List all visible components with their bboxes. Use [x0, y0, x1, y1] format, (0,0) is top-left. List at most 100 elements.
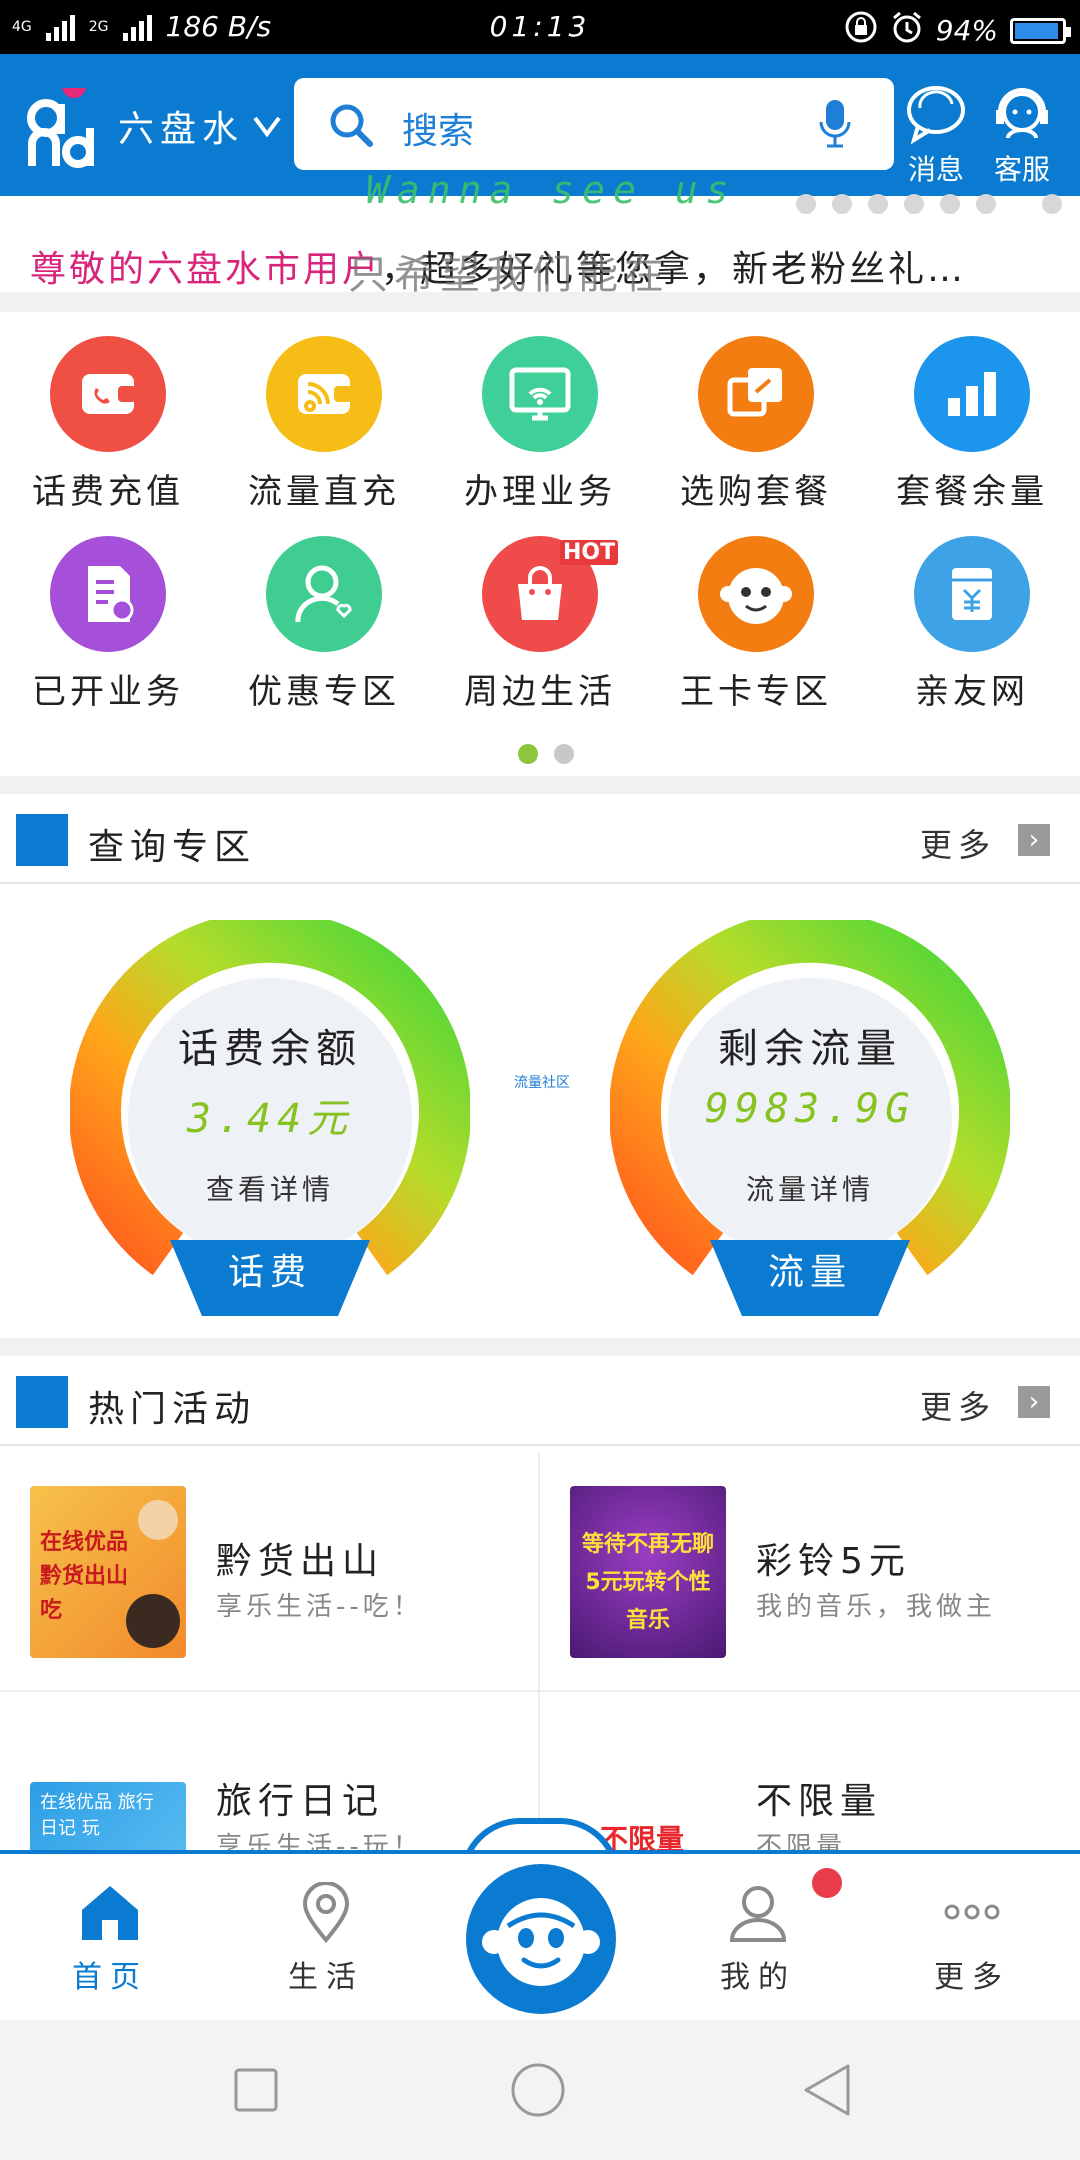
activity-item[interactable]: 等待不再无聊 5元玩转个性音乐 彩铃5元 我的音乐，我做主 — [540, 1452, 1080, 1692]
lock-icon — [844, 10, 878, 51]
query-section-header: 查询专区 更多 › — [0, 794, 1080, 884]
messages-button[interactable]: 消息 — [896, 82, 976, 192]
tab-more[interactable]: 更多 — [892, 1882, 1052, 2002]
page-dot — [868, 194, 888, 214]
chevron-right-icon[interactable]: › — [1018, 1386, 1050, 1418]
query-section-title: 查询专区 — [88, 827, 257, 868]
location-pin-icon — [301, 1881, 351, 1948]
grid-item-balance[interactable]: 套餐余量 — [864, 312, 1080, 512]
tab-mine[interactable]: 我的 — [678, 1882, 838, 2002]
data-details-link[interactable]: 流量详情 — [610, 1168, 1010, 1208]
grid-item-king-card[interactable]: 王卡专区 — [648, 512, 864, 712]
more-dots-icon — [940, 1904, 1004, 1946]
page-dot — [976, 194, 996, 214]
grid-item-packages[interactable]: 选购套餐 — [648, 312, 864, 512]
tab-label: 更多 — [934, 1960, 1010, 1995]
tab-label: 生活 — [288, 1960, 364, 1995]
grid-label: 周边生活 — [464, 672, 616, 712]
search-input[interactable]: 搜索 — [402, 102, 474, 154]
divider — [0, 292, 1080, 312]
page-dot — [904, 194, 924, 214]
notification-badge — [812, 1868, 842, 1898]
community-link[interactable]: 流量社区 — [514, 1072, 570, 1092]
grid-item-data-recharge[interactable]: 流量直充 — [216, 312, 432, 512]
egg-decoration — [138, 1500, 178, 1540]
activity-name: 不限量 — [756, 1781, 883, 1822]
chevron-right-icon[interactable]: › — [1018, 824, 1050, 856]
page-dot — [832, 194, 852, 214]
grid-label: 办理业务 — [464, 472, 616, 512]
banner-page-indicator — [796, 194, 1062, 214]
search-icon — [328, 102, 374, 152]
thumbnail-text: 在线优品 黔货出山 吃 — [40, 1530, 129, 1623]
hot-badge: HOT — [560, 540, 619, 565]
fee-details-link[interactable]: 查看详情 — [70, 1168, 470, 1208]
activity-desc: 享乐生活--吃！ — [216, 1592, 423, 1622]
customer-service-button[interactable]: 客服 — [982, 82, 1062, 192]
chat-bubble-icon — [904, 86, 968, 151]
activity-desc: 我的音乐，我做主 — [756, 1592, 997, 1622]
bowl-decoration — [126, 1594, 180, 1648]
activity-item[interactable]: 在线优品 黔货出山 吃 黔货出山 享乐生活--吃！ — [0, 1452, 540, 1692]
system-nav-bar — [0, 2020, 1080, 2160]
query-more-link[interactable]: 更多 — [920, 820, 996, 866]
page-dot-active — [518, 744, 538, 764]
user-icon — [726, 1886, 790, 1948]
grid-label: 王卡专区 — [680, 672, 832, 712]
data-value: 9983.9G — [704, 1086, 916, 1132]
data-balance-gauge[interactable]: 剩余流量 9983.9G 流量详情 流量 — [609, 910, 1011, 1320]
tab-label: 我的 — [720, 1960, 796, 1995]
center-monkey-button[interactable] — [466, 1864, 616, 2014]
activity-name: 彩铃5元 — [756, 1541, 911, 1582]
grid-label: 套餐余量 — [896, 472, 1048, 512]
monkey-icon — [698, 536, 814, 652]
section-marker — [16, 1376, 68, 1428]
overlay-caption-en: Wanna see us — [366, 168, 737, 212]
activity-thumbnail: 在线优品 黔货出山 吃 — [30, 1486, 186, 1658]
bar-chart-icon — [914, 336, 1030, 452]
tab-home[interactable]: 首页 — [30, 1882, 190, 2002]
grid-item-business[interactable]: 办理业务 — [432, 312, 648, 512]
battery-icon — [1010, 17, 1071, 44]
notice-highlight: 尊敬的六盘水市用户 — [30, 249, 382, 290]
page-dot — [1042, 194, 1062, 214]
grid-label: 流量直充 — [248, 472, 400, 512]
search-bar[interactable]: 搜索 — [294, 78, 894, 170]
battery-percent: 94% — [935, 14, 998, 47]
fee-tab[interactable]: 话费 — [170, 1240, 370, 1316]
page-dot — [796, 194, 816, 214]
tab-life[interactable]: 生活 — [246, 1881, 406, 2002]
wallet-wifi-icon — [266, 336, 382, 452]
grid-item-nearby[interactable]: HOT 周边生活 — [432, 512, 648, 712]
data-title: 剩余流量 — [718, 1026, 902, 1072]
recents-square-icon[interactable] — [232, 2066, 280, 2118]
fee-value: 3.44元 — [186, 1096, 354, 1142]
back-triangle-icon[interactable] — [800, 2062, 854, 2122]
home-circle-icon[interactable] — [510, 2062, 566, 2122]
city-selector[interactable]: 六盘水 — [118, 100, 282, 152]
hot-section-header: 热门活动 更多 › — [0, 1356, 1080, 1446]
page-dot — [940, 194, 960, 214]
grid-item-offers[interactable]: 优惠专区 — [216, 512, 432, 712]
activity-name: 旅行日记 — [216, 1781, 385, 1822]
grid-item-recharge[interactable]: 话费充值 — [0, 312, 216, 512]
grid-label: 已开业务 — [32, 672, 184, 712]
city-name: 六盘水 — [118, 109, 245, 150]
divider — [0, 776, 1080, 794]
fee-balance-gauge[interactable]: 话费余额 3.44元 查看详情 话费 — [69, 910, 471, 1320]
tab-label: 首页 — [72, 1960, 148, 1995]
service-grid: 话费充值 流量直充 办理业务 选购套餐 套餐余量 已开业务 优惠专区 HOT 周… — [0, 312, 1080, 774]
thumbnail-text: 在线优品 旅行日记 玩 — [40, 1792, 154, 1839]
status-bar: 4G 2G 186 B/s 01:13 94% — [0, 0, 1080, 54]
microphone-icon[interactable] — [818, 98, 852, 154]
app-logo — [26, 74, 106, 168]
hot-more-link[interactable]: 更多 — [920, 1382, 996, 1428]
grid-label: 优惠专区 — [248, 672, 400, 712]
grid-page-indicator — [518, 744, 574, 764]
user-heart-icon — [266, 536, 382, 652]
monitor-icon — [482, 336, 598, 452]
page-dot — [554, 744, 574, 764]
grid-item-family[interactable]: 亲友网 — [864, 512, 1080, 712]
data-tab[interactable]: 流量 — [710, 1240, 910, 1316]
grid-item-opened[interactable]: 已开业务 — [0, 512, 216, 712]
